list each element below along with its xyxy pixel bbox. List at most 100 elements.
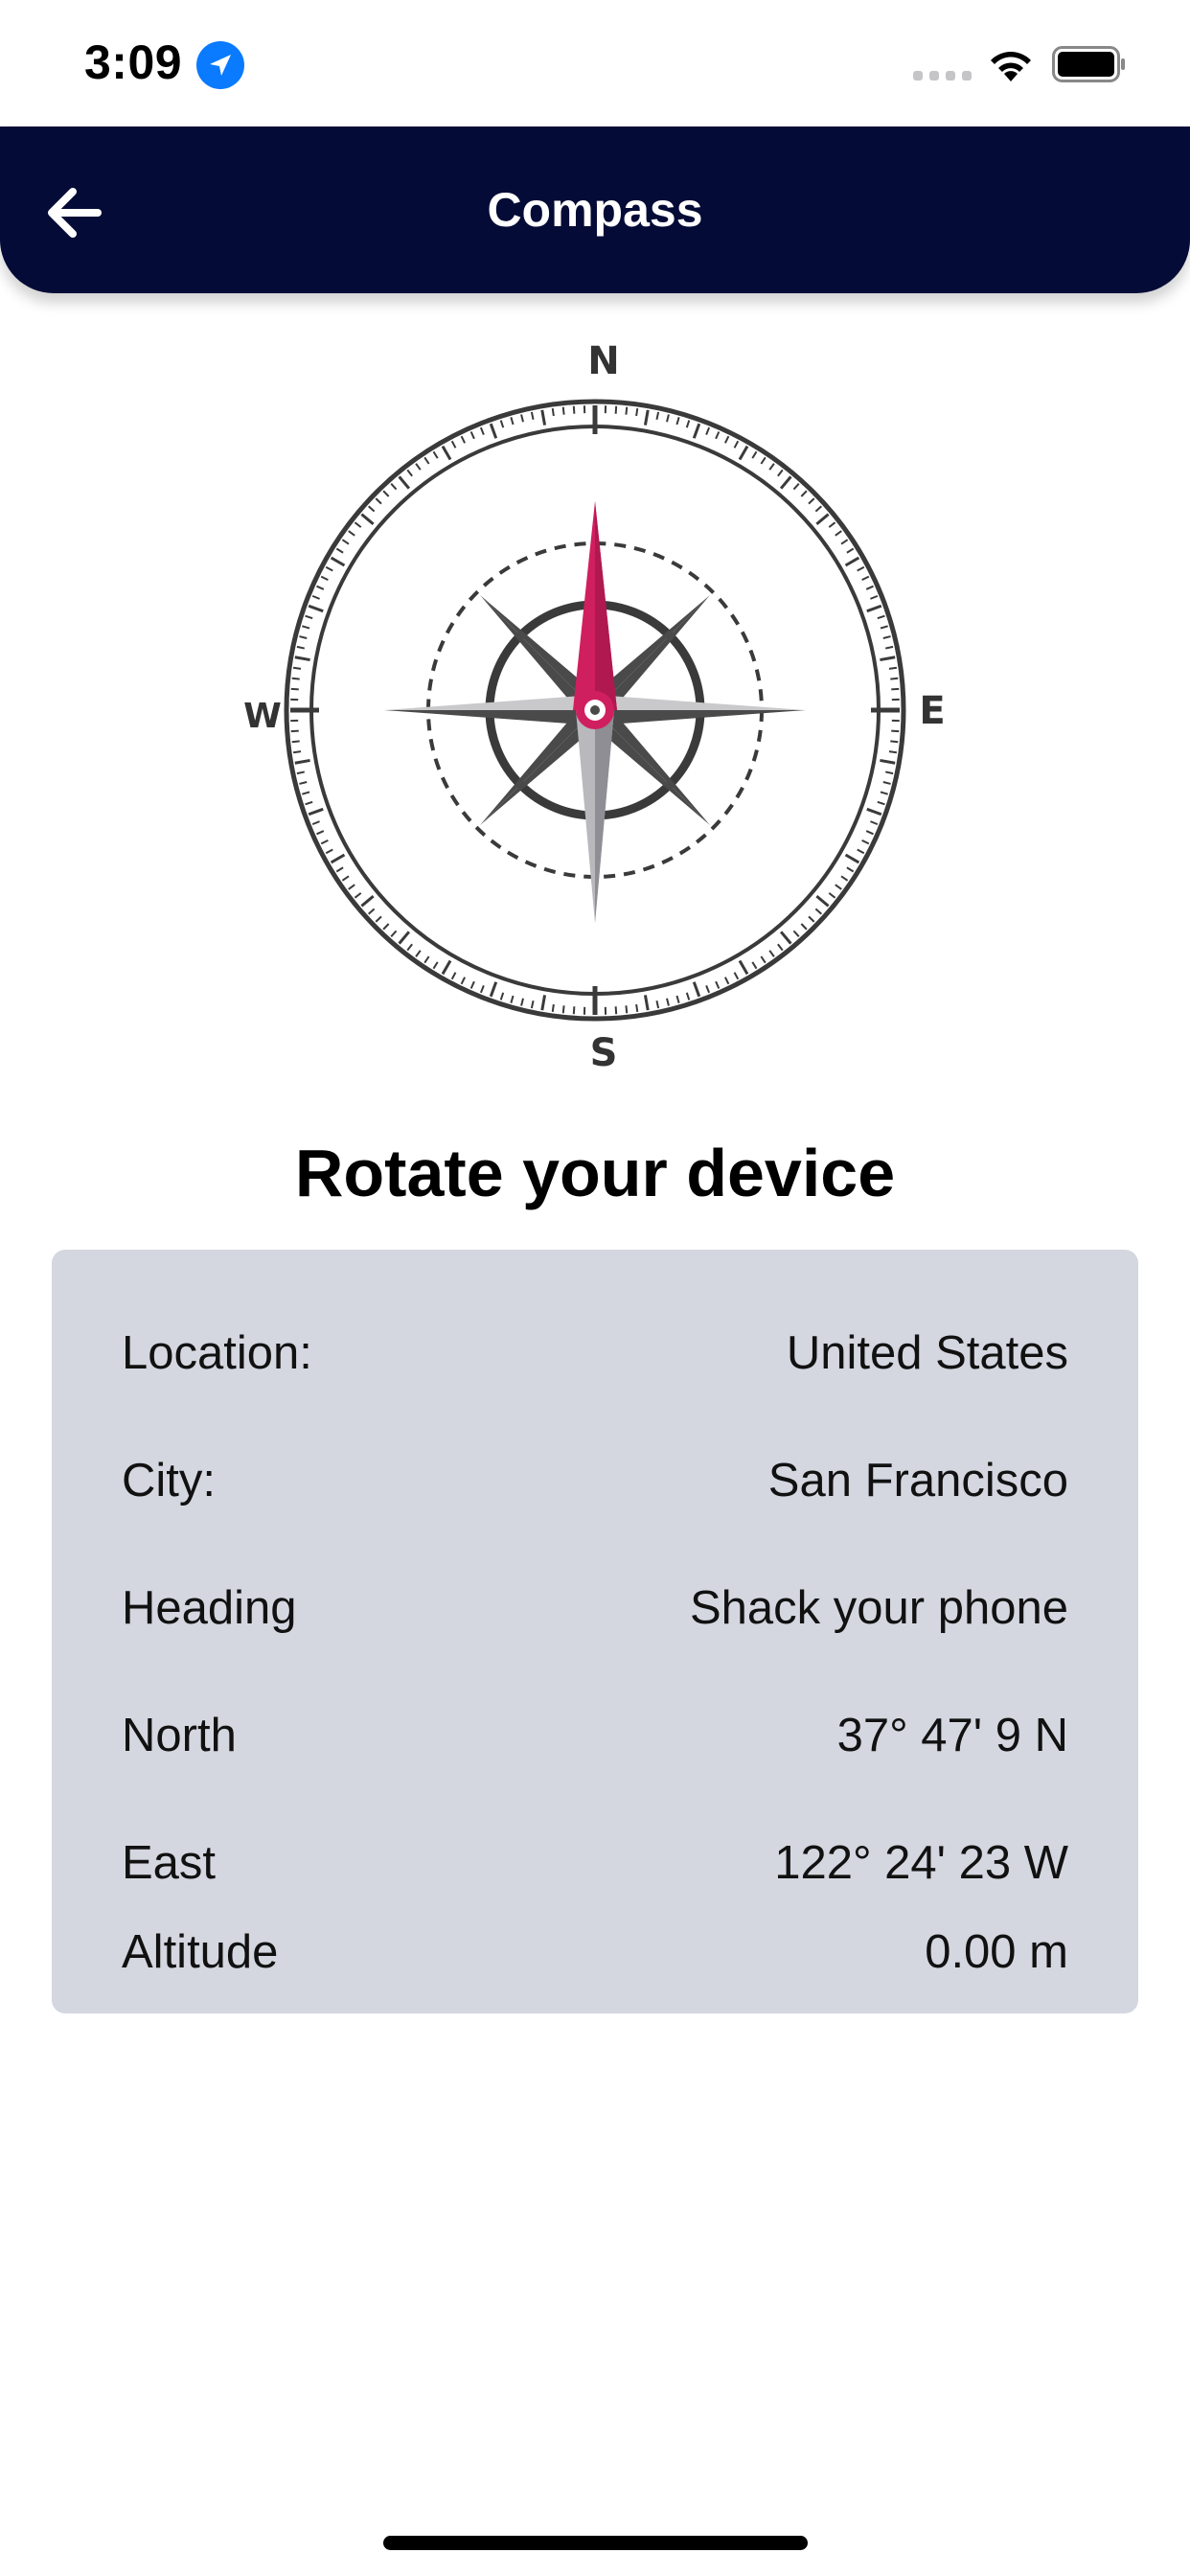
compass-tick [291, 677, 300, 680]
compass-tick [299, 781, 308, 785]
compass-tick [777, 943, 784, 952]
compass-tick [635, 1003, 639, 1013]
compass-tick [779, 931, 792, 945]
compass-tick [311, 594, 320, 600]
location-info-panel: Location: United States City: San Franci… [52, 1250, 1138, 2013]
info-label: Location: [122, 1327, 312, 1379]
compass-tick [768, 950, 775, 957]
compass-tick [857, 848, 865, 855]
compass-tick [551, 407, 555, 417]
compass-tick [705, 985, 711, 994]
info-label: East [122, 1837, 217, 1889]
compass-tick [828, 521, 836, 528]
info-label: North [122, 1710, 237, 1761]
compass-tick [290, 729, 299, 733]
compass-tick [308, 807, 324, 816]
compass-tick [880, 625, 888, 630]
compass-tick [808, 497, 815, 505]
compass-tick [751, 450, 758, 459]
compass-tick [885, 645, 894, 650]
compass-tick [368, 908, 376, 915]
compass-tick [666, 998, 670, 1006]
compass-tick [885, 770, 894, 775]
compass-tick [890, 677, 899, 680]
info-row-heading: Heading Shack your phone [122, 1570, 1068, 1646]
compass-tick [341, 539, 350, 545]
status-bar: 3:09 [0, 0, 1190, 126]
compass-tick [738, 445, 749, 461]
compass-tick [643, 995, 650, 1011]
info-label: City: [122, 1455, 216, 1506]
compass-tick [692, 423, 701, 439]
compass-tick [302, 625, 310, 630]
compass-tick [723, 435, 730, 444]
compass-tick [432, 450, 439, 459]
compass-tick [441, 445, 452, 461]
compass-tick [479, 426, 485, 435]
compass-tick [572, 405, 576, 414]
compass-tick [469, 980, 475, 989]
compass-tick [705, 426, 711, 435]
compass-tick [375, 915, 382, 923]
compass-tick [666, 414, 670, 423]
compass-tick [844, 556, 860, 567]
compass-tick [614, 1006, 618, 1015]
compass-tick [432, 961, 439, 970]
compass-tick [325, 848, 333, 855]
compass-tick [302, 791, 310, 795]
compass-tick [880, 758, 896, 765]
compass-tick [643, 409, 650, 426]
compass-tick [614, 405, 618, 414]
compass-tick [877, 614, 885, 620]
compass-tick [299, 635, 308, 639]
compass-tick [316, 585, 325, 590]
compass-tick [814, 908, 822, 915]
compass-screen: 3:09 Compass N S E W Rotate your device … [0, 0, 1190, 2576]
compass-tick [292, 666, 302, 670]
compass-tick [390, 930, 398, 937]
compass-tick [828, 892, 836, 899]
compass-tick [469, 431, 475, 440]
compass-tick [733, 440, 740, 448]
compass-tick [390, 483, 398, 491]
compass-tick [335, 547, 344, 554]
compass-tick [479, 985, 485, 994]
compass-tick [692, 981, 701, 998]
compass-tick [423, 955, 430, 964]
compass-tick [800, 490, 808, 497]
compass-tick [655, 411, 660, 420]
compass-tick [551, 1003, 555, 1013]
west-label: W [243, 697, 282, 736]
compass-tick [489, 981, 498, 998]
compass-tick [348, 884, 355, 890]
compass-tick [685, 420, 691, 428]
south-label: S [590, 1031, 618, 1075]
compass-tick [635, 407, 639, 417]
compass-tick [520, 998, 524, 1006]
compass-tick [572, 1006, 576, 1015]
compass-tick [846, 547, 855, 554]
compass-tick [840, 875, 849, 882]
compass-tick [415, 463, 422, 471]
home-indicator[interactable] [383, 2536, 808, 2550]
compass-tick [779, 475, 792, 490]
compass-tick [489, 423, 498, 439]
compass-tick [308, 604, 324, 613]
compass-tick [888, 750, 898, 754]
compass-tick [814, 505, 822, 513]
compass-tick [510, 417, 515, 426]
compass-tick [540, 995, 547, 1011]
compass-tick [675, 417, 680, 426]
compass-tick [561, 406, 565, 415]
compass-tick [865, 585, 874, 590]
compass-tick [808, 915, 815, 923]
compass-tick [723, 977, 730, 985]
compass-tick [291, 740, 300, 744]
compass-tick [294, 656, 310, 662]
compass-tick [760, 955, 767, 964]
compass-tick [815, 513, 830, 526]
compass-tick [499, 420, 505, 428]
compass-tick [866, 604, 882, 613]
wifi-icon [987, 46, 1035, 82]
compass-tick [360, 894, 375, 908]
